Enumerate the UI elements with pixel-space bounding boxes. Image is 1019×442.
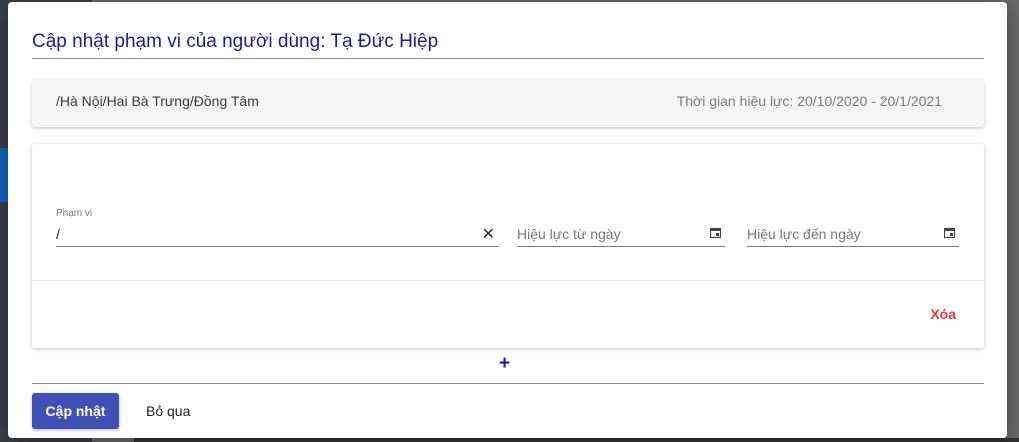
title-divider <box>32 58 984 59</box>
close-icon[interactable]: ✕ <box>482 224 495 244</box>
from-date-placeholder: Hiệu lực từ ngày <box>517 226 621 242</box>
update-button[interactable]: Cập nhật <box>32 393 119 429</box>
to-date-placeholder: Hiệu lực đến ngày <box>747 226 861 242</box>
skip-button[interactable]: Bỏ qua <box>146 393 190 429</box>
actions-divider <box>32 383 984 384</box>
calendar-icon[interactable] <box>710 227 721 238</box>
current-scope-card: /Hà Nội/Hai Bà Trưng/Đồng Tâm Thời gian … <box>32 80 984 127</box>
add-scope-button[interactable]: + <box>499 354 510 374</box>
to-date-input[interactable]: Hiệu lực đến ngày <box>747 222 959 247</box>
update-scope-dialog: Cập nhật phạm vi của người dùng: Tạ Đức … <box>8 2 1007 438</box>
from-date-input[interactable]: Hiệu lực từ ngày <box>517 222 725 247</box>
scope-field-label: Phạm vi <box>56 208 93 219</box>
background-active-item <box>0 148 8 202</box>
background-footer <box>134 438 1019 442</box>
scope-path: /Hà Nội/Hai Bà Trưng/Đồng Tâm <box>56 93 259 109</box>
scope-form-card: Phạm vi / ✕ Hiệu lực từ ngày Hiệu lực đế… <box>32 144 984 348</box>
validity-period: Thời gian hiệu lực: 20/10/2020 - 20/1/20… <box>676 93 942 109</box>
scope-input[interactable]: / ✕ <box>56 222 499 247</box>
delete-button[interactable]: Xóa <box>930 306 956 322</box>
form-divider <box>32 280 984 281</box>
calendar-icon[interactable] <box>944 227 955 238</box>
scope-input-value: / <box>56 226 60 242</box>
dialog-title: Cập nhật phạm vi của người dùng: Tạ Đức … <box>32 31 439 52</box>
